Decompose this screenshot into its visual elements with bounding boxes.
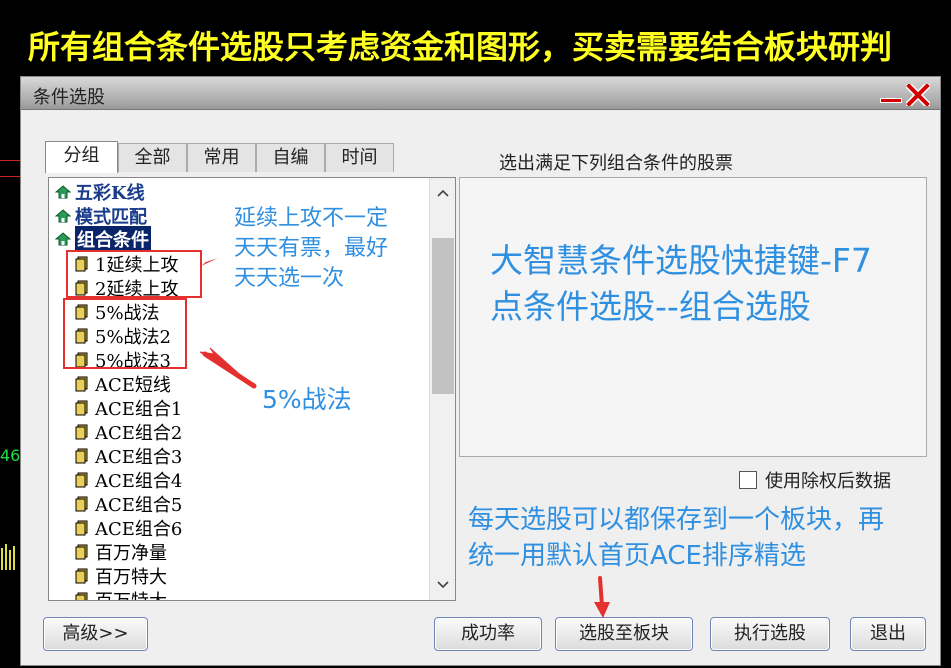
- arrow-icon: [594, 602, 610, 618]
- arrow-shaft: [598, 576, 604, 608]
- annotation-arrows: [199, 258, 610, 618]
- tab-group[interactable]: 分组: [45, 141, 118, 173]
- arrow-shaft: [202, 351, 257, 389]
- arrow-icon: [201, 258, 218, 266]
